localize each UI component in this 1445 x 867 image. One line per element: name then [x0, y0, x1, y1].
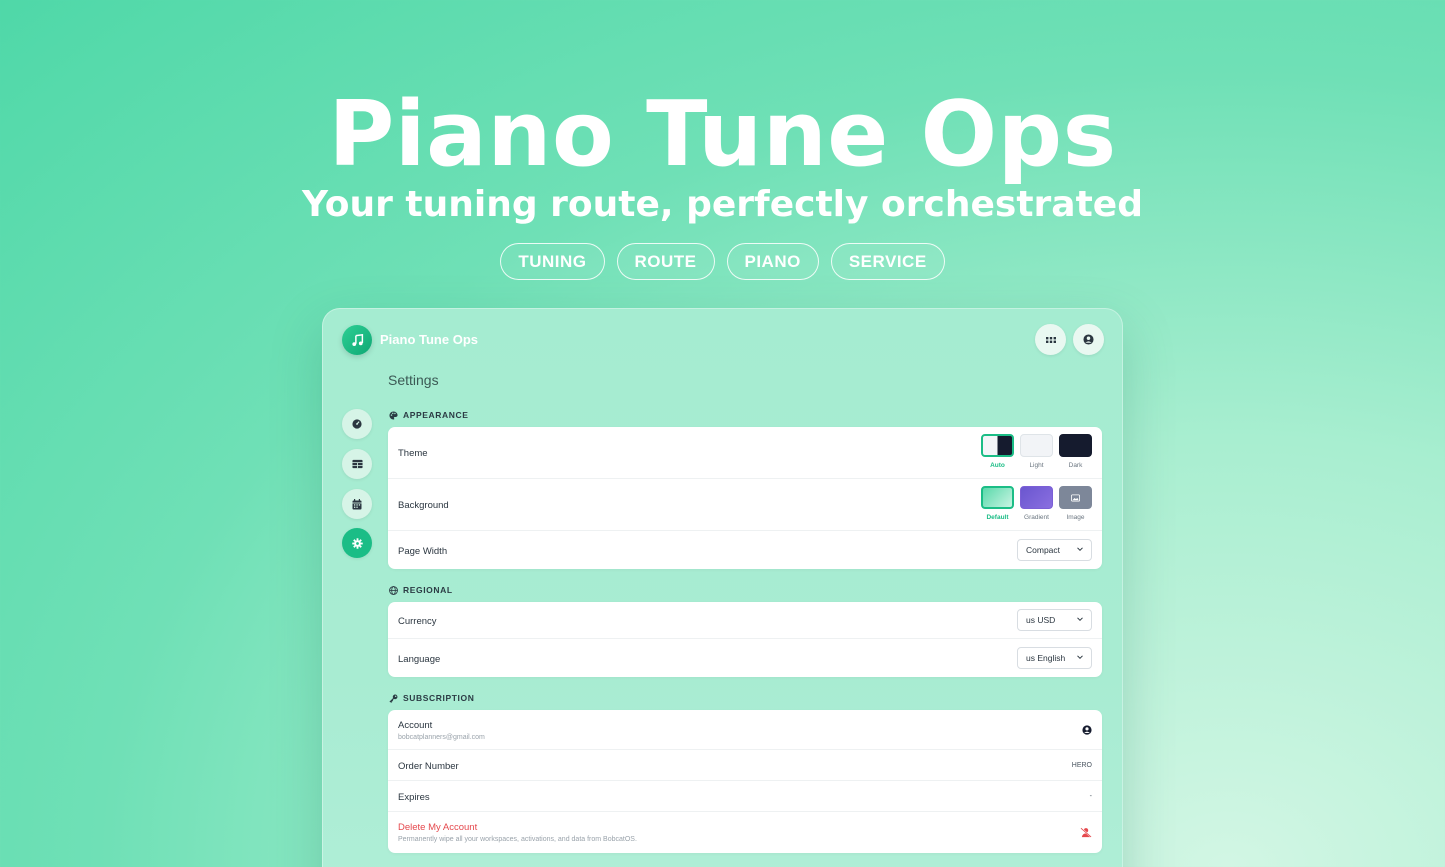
- currency-row: Currency us USD: [388, 602, 1102, 639]
- theme-dark-swatch: [1059, 434, 1092, 457]
- appearance-section-label: APPEARANCE: [403, 410, 469, 420]
- hero-subtitle: Your tuning route, perfectly orchestrate…: [302, 184, 1143, 225]
- chevron-down-icon: [1077, 655, 1083, 660]
- background-image-swatch: [1059, 486, 1092, 509]
- subscription-section-title: SUBSCRIPTION: [389, 693, 474, 703]
- palette-icon: [389, 410, 398, 420]
- background-gradient-swatch: [1020, 486, 1053, 509]
- regional-section-title: REGIONAL: [389, 585, 453, 595]
- account-row: Account bobcatplanners@gmail.com: [388, 710, 1102, 750]
- tag-piano: PIANO: [726, 243, 819, 280]
- expires-label: Expires: [398, 792, 430, 803]
- theme-option-light[interactable]: Light: [1020, 434, 1053, 469]
- background-default-swatch: [981, 486, 1014, 509]
- page-width-select[interactable]: Compact: [1017, 539, 1092, 561]
- language-row: Language us English: [388, 639, 1102, 677]
- page-width-value: Compact: [1026, 545, 1061, 555]
- delete-account-description: Permanently wipe all your workspaces, ac…: [398, 836, 637, 843]
- sidebar-item-table[interactable]: [342, 449, 372, 479]
- background-option-label: Image: [1066, 514, 1085, 521]
- music-note-icon: [351, 333, 363, 346]
- language-select[interactable]: us English: [1017, 647, 1092, 669]
- order-number-label: Order Number: [398, 761, 459, 772]
- background-option-default[interactable]: Default: [981, 486, 1014, 521]
- app-name: Piano Tune Ops: [380, 332, 478, 347]
- table-icon: [351, 459, 363, 469]
- theme-options: Auto Light Dark: [981, 434, 1092, 469]
- order-number-value: HERO: [1071, 762, 1092, 769]
- tag-service: SERVICE: [830, 243, 945, 280]
- order-number-row: Order Number HERO: [388, 750, 1102, 781]
- theme-light-swatch: [1020, 434, 1053, 457]
- user-slash-icon[interactable]: [1080, 827, 1092, 838]
- apps-grid-button[interactable]: [1035, 324, 1066, 355]
- theme-option-label: Light: [1029, 462, 1044, 469]
- appearance-section-title: APPEARANCE: [389, 410, 469, 420]
- currency-value: us USD: [1026, 615, 1056, 625]
- key-icon: [389, 694, 398, 703]
- currency-select[interactable]: us USD: [1017, 609, 1092, 631]
- theme-auto-swatch: [981, 434, 1014, 457]
- page-title: Settings: [388, 372, 439, 388]
- subscription-card: Account bobcatplanners@gmail.com Order N…: [388, 710, 1102, 853]
- theme-option-auto[interactable]: Auto: [981, 434, 1014, 469]
- regional-section-label: REGIONAL: [403, 585, 453, 595]
- theme-label: Theme: [398, 448, 428, 459]
- page-width-row: Page Width Compact: [388, 531, 1102, 569]
- globe-icon: [389, 585, 398, 595]
- image-icon: [1071, 493, 1080, 502]
- app-window: Piano Tune Ops Settings APPEARANCE Theme…: [322, 308, 1123, 867]
- theme-option-dark[interactable]: Dark: [1059, 434, 1092, 469]
- currency-label: Currency: [398, 616, 437, 627]
- account-email: bobcatplanners@gmail.com: [398, 734, 485, 741]
- background-label: Background: [398, 500, 449, 511]
- hero-title: Piano Tune Ops: [328, 82, 1117, 187]
- app-logo[interactable]: [342, 325, 372, 355]
- background-row: Background Default Gradient Image: [388, 479, 1102, 531]
- subscription-section-label: SUBSCRIPTION: [403, 693, 475, 703]
- background-options: Default Gradient Image: [981, 486, 1092, 521]
- theme-option-label: Dark: [1068, 462, 1083, 469]
- page-width-label: Page Width: [398, 546, 448, 557]
- chevron-down-icon: [1077, 617, 1083, 622]
- appearance-card: Theme Auto Light Dark Background Default…: [388, 427, 1102, 569]
- delete-account-row[interactable]: Delete My Account Permanently wipe all y…: [388, 812, 1102, 853]
- chevron-down-icon: [1077, 547, 1083, 552]
- background-option-label: Default: [986, 514, 1009, 521]
- expires-row: Expires -: [388, 781, 1102, 812]
- sidebar-item-calendar[interactable]: [342, 489, 372, 519]
- regional-card: Currency us USD Language us English: [388, 602, 1102, 677]
- theme-row: Theme Auto Light Dark: [388, 427, 1102, 479]
- gear-icon: [351, 537, 363, 549]
- hero-tags: TUNING ROUTE PIANO SERVICE: [0, 243, 1445, 280]
- profile-button[interactable]: [1073, 324, 1104, 355]
- background-option-image[interactable]: Image: [1059, 486, 1092, 521]
- theme-option-label: Auto: [990, 462, 1005, 469]
- sidebar-item-settings[interactable]: [342, 528, 372, 558]
- language-value: us English: [1026, 653, 1066, 663]
- background-option-label: Gradient: [1024, 514, 1049, 521]
- account-label: Account: [398, 720, 433, 731]
- sidebar-item-dashboard[interactable]: [342, 409, 372, 439]
- expires-value: -: [1089, 793, 1092, 800]
- delete-account-label[interactable]: Delete My Account: [398, 822, 477, 833]
- dashboard-gauge-icon: [352, 419, 362, 429]
- tag-tuning: TUNING: [500, 243, 605, 280]
- apps-grid-icon: [1045, 336, 1056, 343]
- language-label: Language: [398, 654, 441, 665]
- calendar-icon: [352, 498, 362, 509]
- user-circle-icon: [1083, 334, 1094, 345]
- tag-route: ROUTE: [616, 243, 715, 280]
- user-circle-icon[interactable]: [1082, 725, 1092, 735]
- background-option-gradient[interactable]: Gradient: [1020, 486, 1053, 521]
